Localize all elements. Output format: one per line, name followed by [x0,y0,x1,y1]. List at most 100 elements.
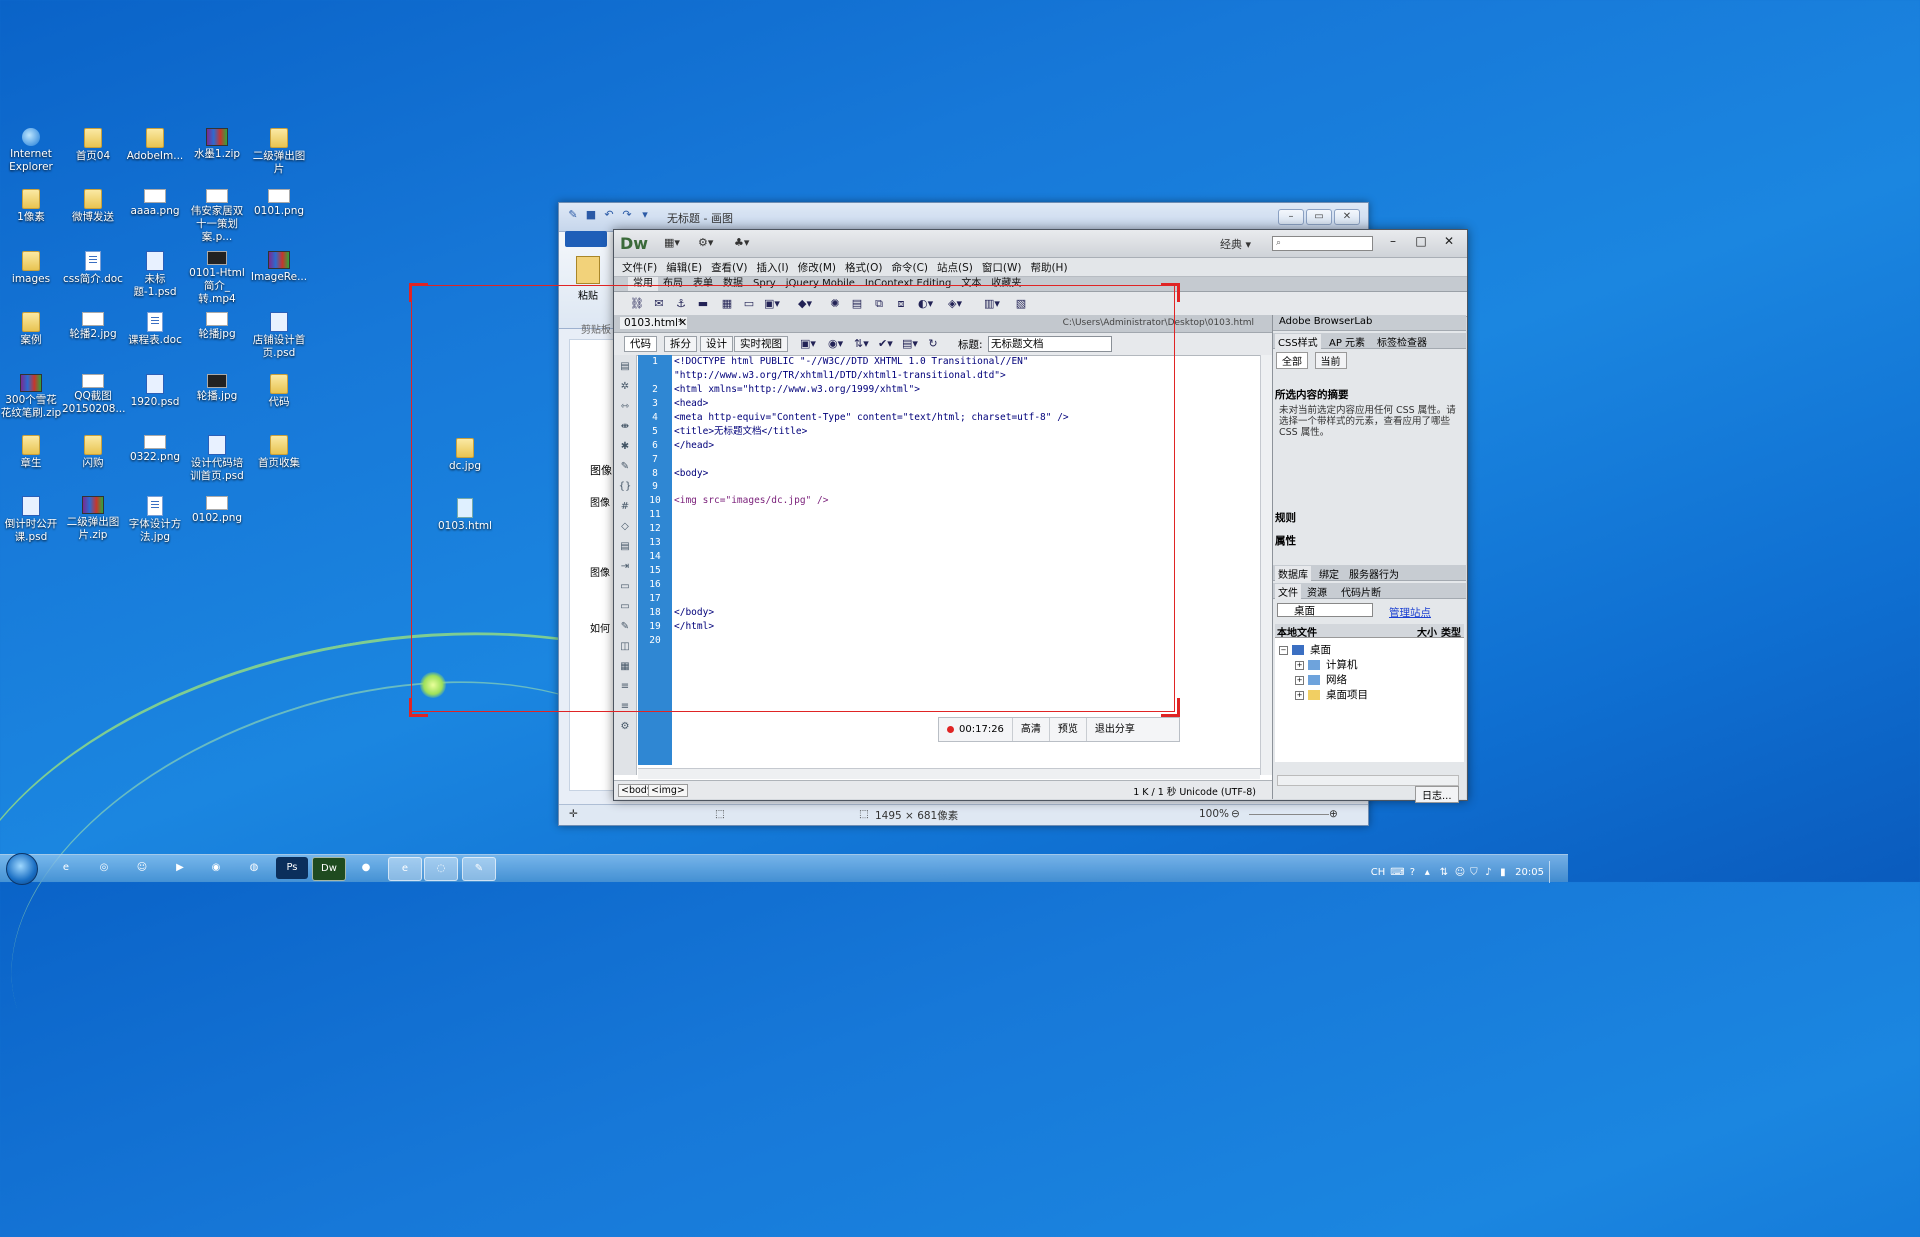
taskbar-firefox-icon[interactable]: ◉ [200,857,232,879]
desktop-icon[interactable]: images [0,251,62,286]
log-button[interactable]: 日志... [1415,786,1459,803]
desktop-icon[interactable]: aaaa.png [124,189,186,218]
taskbar-recorder-icon[interactable]: ● [350,857,382,879]
expand-toggle-icon[interactable]: + [1295,660,1304,670]
desktop-icon[interactable]: 二级弹出图片.zip [62,496,124,542]
shield-icon[interactable]: ⛉ [1470,867,1480,878]
zoom-slider[interactable] [1249,814,1329,815]
tab-assets[interactable]: 资源 [1307,584,1327,599]
desktop-icon[interactable]: 首页收集 [248,435,310,470]
desktop-icon[interactable]: 1像素 [0,189,62,224]
taskbar-paint-icon[interactable]: ✎ [462,857,496,881]
minimize-button[interactable]: – [1379,233,1407,249]
maximize-button[interactable]: ▭ [1306,209,1332,225]
redo-icon[interactable]: ↷ [621,209,633,221]
tab-databases[interactable]: 数据库 [1275,566,1311,581]
undo-icon[interactable]: ↶ [603,209,615,221]
desktop-icon[interactable]: 0101.png [248,189,310,218]
close-button[interactable]: ✕ [1435,233,1463,249]
qq-tray-icon[interactable]: ☺ [1455,867,1465,878]
taskbar-chrome-icon[interactable]: ◍ [238,857,270,879]
tree-node[interactable]: + 计算机 [1295,657,1358,672]
files-horizontal-scrollbar[interactable] [1277,775,1459,786]
preview-button[interactable]: 预览 [1050,718,1087,741]
clock[interactable]: 20:05 [1515,867,1544,878]
minimize-button[interactable]: – [1278,209,1304,225]
desktop-icon[interactable]: 轮播2.jpg [62,312,124,341]
desktop-icon[interactable]: 课程表.doc [124,312,186,347]
taskbar-ie-icon[interactable]: e [50,857,82,879]
expand-toggle-icon[interactable]: + [1295,690,1304,700]
desktop-icon[interactable]: 0102.png [186,496,248,525]
tab-tag-inspector[interactable]: 标签检查器 [1377,334,1427,349]
tree-node[interactable]: + 桌面项目 [1295,687,1368,702]
save-icon[interactable]: ■ [585,209,597,221]
desktop-icon[interactable]: 店铺设计首页.psd [248,312,310,360]
desktop-icon[interactable]: 倒计时公开课.psd [0,496,62,544]
desktop-icon[interactable]: AdobeIm... [124,128,186,163]
menu-item[interactable]: 插入(I) [754,258,795,276]
recording-corner[interactable] [1161,698,1180,717]
horizontal-scrollbar[interactable] [638,768,1260,779]
desktop-icon[interactable]: 章生 [0,435,62,470]
menu-item[interactable]: 站点(S) [935,258,980,276]
signal-icon[interactable]: ▮ [1500,867,1510,878]
workspace-switcher[interactable]: 经典 ▾ [1220,236,1251,252]
menu-item[interactable]: 修改(M) [796,258,843,276]
tab-files[interactable]: 文件 [1275,584,1301,599]
taskbar-dreamweaver-icon[interactable]: Dw [312,857,346,881]
taskbar-explorer-icon[interactable]: ◎ [88,857,120,879]
desktop-icon[interactable]: 水墨1.zip [186,128,248,161]
extend-icon[interactable]: ⚙▾ [698,236,713,249]
tab-server-behaviors[interactable]: 服务器行为 [1349,566,1399,581]
css-current-button[interactable]: 当前 [1314,352,1347,369]
tree-node[interactable]: + 网络 [1295,672,1347,687]
menu-item[interactable]: 命令(C) [889,258,935,276]
local-files-column[interactable]: 本地文件 [1277,624,1317,639]
paint-menu-button[interactable] [565,231,607,247]
network-icon[interactable]: ⇅ [1440,867,1450,878]
tray-expand-icon[interactable]: ▴ [1425,867,1435,878]
hd-button[interactable]: 高清 [1013,718,1050,741]
css-all-button[interactable]: 全部 [1276,352,1308,369]
site-icon[interactable]: ♣▾ [734,236,749,249]
zoom-in-button[interactable]: ⊕ [1329,808,1338,820]
tree-node[interactable]: − 桌面 [1279,642,1331,657]
taskbar-browser-icon[interactable]: e [388,857,422,881]
desktop-icon[interactable]: 未标题-1.psd [124,251,186,299]
tab-ap-elements[interactable]: AP 元素 [1329,334,1365,349]
taskbar-qq-icon[interactable]: ☺ [126,857,158,879]
manage-sites-link[interactable]: 管理站点 [1389,605,1431,620]
vertical-scrollbar[interactable] [1260,355,1272,775]
menu-item[interactable]: 查看(V) [709,258,754,276]
menu-item[interactable]: 格式(O) [843,258,889,276]
browserlab-panel-header[interactable]: Adobe BrowserLab [1273,315,1466,331]
exit-share-button[interactable]: 退出分享 [1087,718,1143,741]
menu-item[interactable]: 帮助(H) [1028,258,1074,276]
desktop-icon[interactable]: 轮播.jpg [186,374,248,403]
desktop-icon[interactable]: 0101-Html简介_转.mp4 [186,251,248,306]
desktop-icon[interactable]: 代码 [248,374,310,409]
desktop-icon[interactable]: 二级弹出图片 [248,128,310,176]
keyboard-icon[interactable]: ⌨ [1390,867,1404,878]
desktop-icon[interactable]: ImageRe... [248,251,310,284]
browserlab-tab[interactable]: Adobe BrowserLab [1279,316,1372,327]
maximize-button[interactable]: □ [1407,233,1435,249]
menu-item[interactable]: 编辑(E) [664,258,709,276]
search-input[interactable]: ⌕ [1272,236,1373,251]
desktop-icon[interactable]: 0322.png [124,435,186,464]
site-select[interactable]: 桌面 [1277,603,1373,617]
tab-bindings[interactable]: 绑定 [1319,566,1339,581]
input-language[interactable]: CH [1371,867,1386,878]
desktop-icon[interactable]: 1920.psd [124,374,186,409]
customize-icon[interactable]: ▾ [639,209,651,221]
expand-toggle-icon[interactable]: + [1295,675,1304,685]
start-button[interactable] [6,853,38,885]
expand-toggle-icon[interactable]: − [1279,645,1288,655]
desktop-icon[interactable]: Internet Explorer [0,128,62,174]
layout-icon[interactable]: ▦▾ [664,236,680,249]
close-button[interactable]: ✕ [1334,209,1360,225]
desktop-icon[interactable]: 闪购 [62,435,124,470]
volume-icon[interactable]: ♪ [1485,867,1495,878]
taskbar-app-icon[interactable]: ◌ [424,857,458,881]
